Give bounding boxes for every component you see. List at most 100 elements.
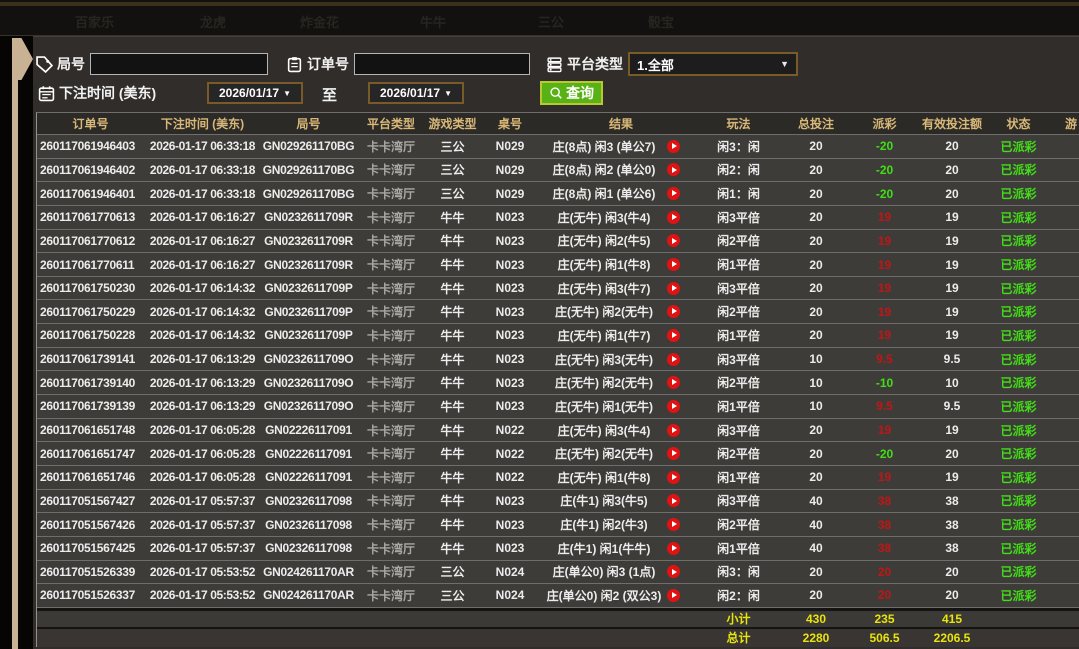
cell-extra — [1046, 348, 1079, 371]
cell-status: 已派彩 — [991, 159, 1046, 182]
cell-time: 2026-01-17 06:13:29 — [144, 371, 261, 394]
subtotal-valid: 415 — [913, 611, 991, 627]
cell-bet: 20 — [776, 584, 856, 607]
cell-play: 闲1平倍 — [701, 537, 776, 560]
cell-order: 260117061651748 — [37, 419, 144, 442]
cell-valid: 20 — [913, 561, 991, 584]
cell-order: 260117061750229 — [37, 300, 144, 323]
cell-time: 2026-01-17 06:33:18 — [144, 159, 261, 182]
cell-game: 三公 — [426, 159, 479, 182]
play-video-icon[interactable] — [667, 329, 680, 342]
cell-status: 已派彩 — [991, 206, 1046, 229]
cell-bet: 20 — [776, 230, 856, 253]
play-video-icon[interactable] — [667, 140, 680, 153]
result-text: 庄(无牛) 闲2(牛5) — [541, 232, 667, 249]
game-no-label: 局号 — [57, 54, 85, 74]
cell-bet: 20 — [776, 466, 856, 489]
play-video-icon[interactable] — [667, 305, 680, 318]
cell-status: 已派彩 — [991, 230, 1046, 253]
cell-extra — [1046, 206, 1079, 229]
cell-time: 2026-01-17 06:13:29 — [144, 395, 261, 418]
total-bet: 2280 — [776, 629, 856, 647]
cell-payout: -20 — [856, 442, 913, 465]
play-video-icon[interactable] — [667, 589, 680, 602]
cell-game: 牛牛 — [426, 395, 479, 418]
table-header-row: 订单号下注时间 (美东)局号平台类型游戏类型桌号结果玩法总投注派彩有效投注额状态… — [37, 113, 1079, 135]
order-no-input[interactable] — [354, 53, 530, 75]
play-video-icon[interactable] — [667, 376, 680, 389]
result-text: 庄(无牛) 闲3(牛4) — [541, 209, 667, 226]
orders-table: 订单号下注时间 (美东)局号平台类型游戏类型桌号结果玩法总投注派彩有效投注额状态… — [36, 112, 1079, 647]
column-header: 订单号 — [37, 113, 144, 134]
cell-order: 260117061770612 — [37, 230, 144, 253]
cell-status: 已派彩 — [991, 371, 1046, 394]
cell-extra — [1046, 466, 1079, 489]
nav-tab[interactable]: 牛牛 — [420, 12, 446, 31]
play-video-icon[interactable] — [667, 282, 680, 295]
cell-payout: 38 — [856, 513, 913, 536]
cell-round: GN0232611709P — [261, 324, 356, 347]
nav-tab[interactable]: 百家乐 — [75, 12, 114, 31]
cell-extra — [1046, 277, 1079, 300]
cell-bet: 10 — [776, 348, 856, 371]
top-accent-line — [0, 2, 1079, 6]
subtotal-payout: 235 — [856, 611, 913, 627]
play-video-icon[interactable] — [667, 211, 680, 224]
play-video-icon[interactable] — [667, 542, 680, 555]
platform-type-select[interactable]: 1.全部 ▼ — [628, 52, 798, 76]
cell-game: 牛牛 — [426, 490, 479, 513]
empty-cell — [261, 629, 356, 647]
play-video-icon[interactable] — [667, 447, 680, 460]
column-header: 桌号 — [479, 113, 541, 134]
total-label: 总计 — [701, 629, 776, 647]
nav-tab[interactable]: 龙虎 — [200, 12, 226, 31]
cell-status: 已派彩 — [991, 324, 1046, 347]
play-video-icon[interactable] — [667, 518, 680, 531]
cell-table_no: N023 — [479, 395, 541, 418]
cell-valid: 38 — [913, 537, 991, 560]
table-row: 2601170617391392026-01-17 06:13:29GN0232… — [37, 395, 1079, 419]
play-video-icon[interactable] — [667, 471, 680, 484]
play-video-icon[interactable] — [667, 565, 680, 578]
cell-extra — [1046, 253, 1079, 276]
table-row: 2601170616517472026-01-17 06:05:28GN0222… — [37, 442, 1079, 466]
cell-payout: 9.5 — [856, 348, 913, 371]
cell-status: 已派彩 — [991, 584, 1046, 607]
play-video-icon[interactable] — [667, 400, 680, 413]
empty-cell — [991, 629, 1046, 647]
nav-tab[interactable]: 炸金花 — [300, 12, 339, 31]
cell-valid: 19 — [913, 300, 991, 323]
cell-platform: 卡卡湾厅 — [356, 466, 426, 489]
search-button[interactable]: 查询 — [540, 81, 603, 105]
column-header: 派彩 — [856, 113, 913, 134]
cell-order: 260117061750230 — [37, 277, 144, 300]
empty-cell — [541, 629, 701, 647]
cell-round: GN029261170BG — [261, 135, 356, 158]
play-video-icon[interactable] — [667, 163, 680, 176]
play-video-icon[interactable] — [667, 258, 680, 271]
cell-time: 2026-01-17 06:14:32 — [144, 277, 261, 300]
cell-valid: 19 — [913, 230, 991, 253]
empty-cell — [356, 629, 426, 647]
cell-extra — [1046, 324, 1079, 347]
cell-extra — [1046, 371, 1079, 394]
game-no-input[interactable] — [90, 53, 268, 75]
play-video-icon[interactable] — [667, 494, 680, 507]
cell-round: GN02226117091 — [261, 466, 356, 489]
cell-bet: 20 — [776, 206, 856, 229]
cell-game: 三公 — [426, 561, 479, 584]
date-from-select[interactable]: 2026/01/17 ▼ — [207, 82, 303, 104]
play-video-icon[interactable] — [667, 353, 680, 366]
nav-tab[interactable]: 三公 — [538, 12, 564, 31]
play-video-icon[interactable] — [667, 424, 680, 437]
cell-time: 2026-01-17 05:57:37 — [144, 513, 261, 536]
play-video-icon[interactable] — [667, 187, 680, 200]
cell-round: GN0232611709R — [261, 230, 356, 253]
cell-platform: 卡卡湾厅 — [356, 395, 426, 418]
play-video-icon[interactable] — [667, 234, 680, 247]
cell-time: 2026-01-17 06:16:27 — [144, 230, 261, 253]
nav-tab[interactable]: 骰宝 — [648, 12, 674, 31]
empty-cell — [426, 629, 479, 647]
sidebar-collapse-tab[interactable] — [12, 38, 33, 80]
date-to-select[interactable]: 2026/01/17 ▼ — [368, 82, 464, 104]
